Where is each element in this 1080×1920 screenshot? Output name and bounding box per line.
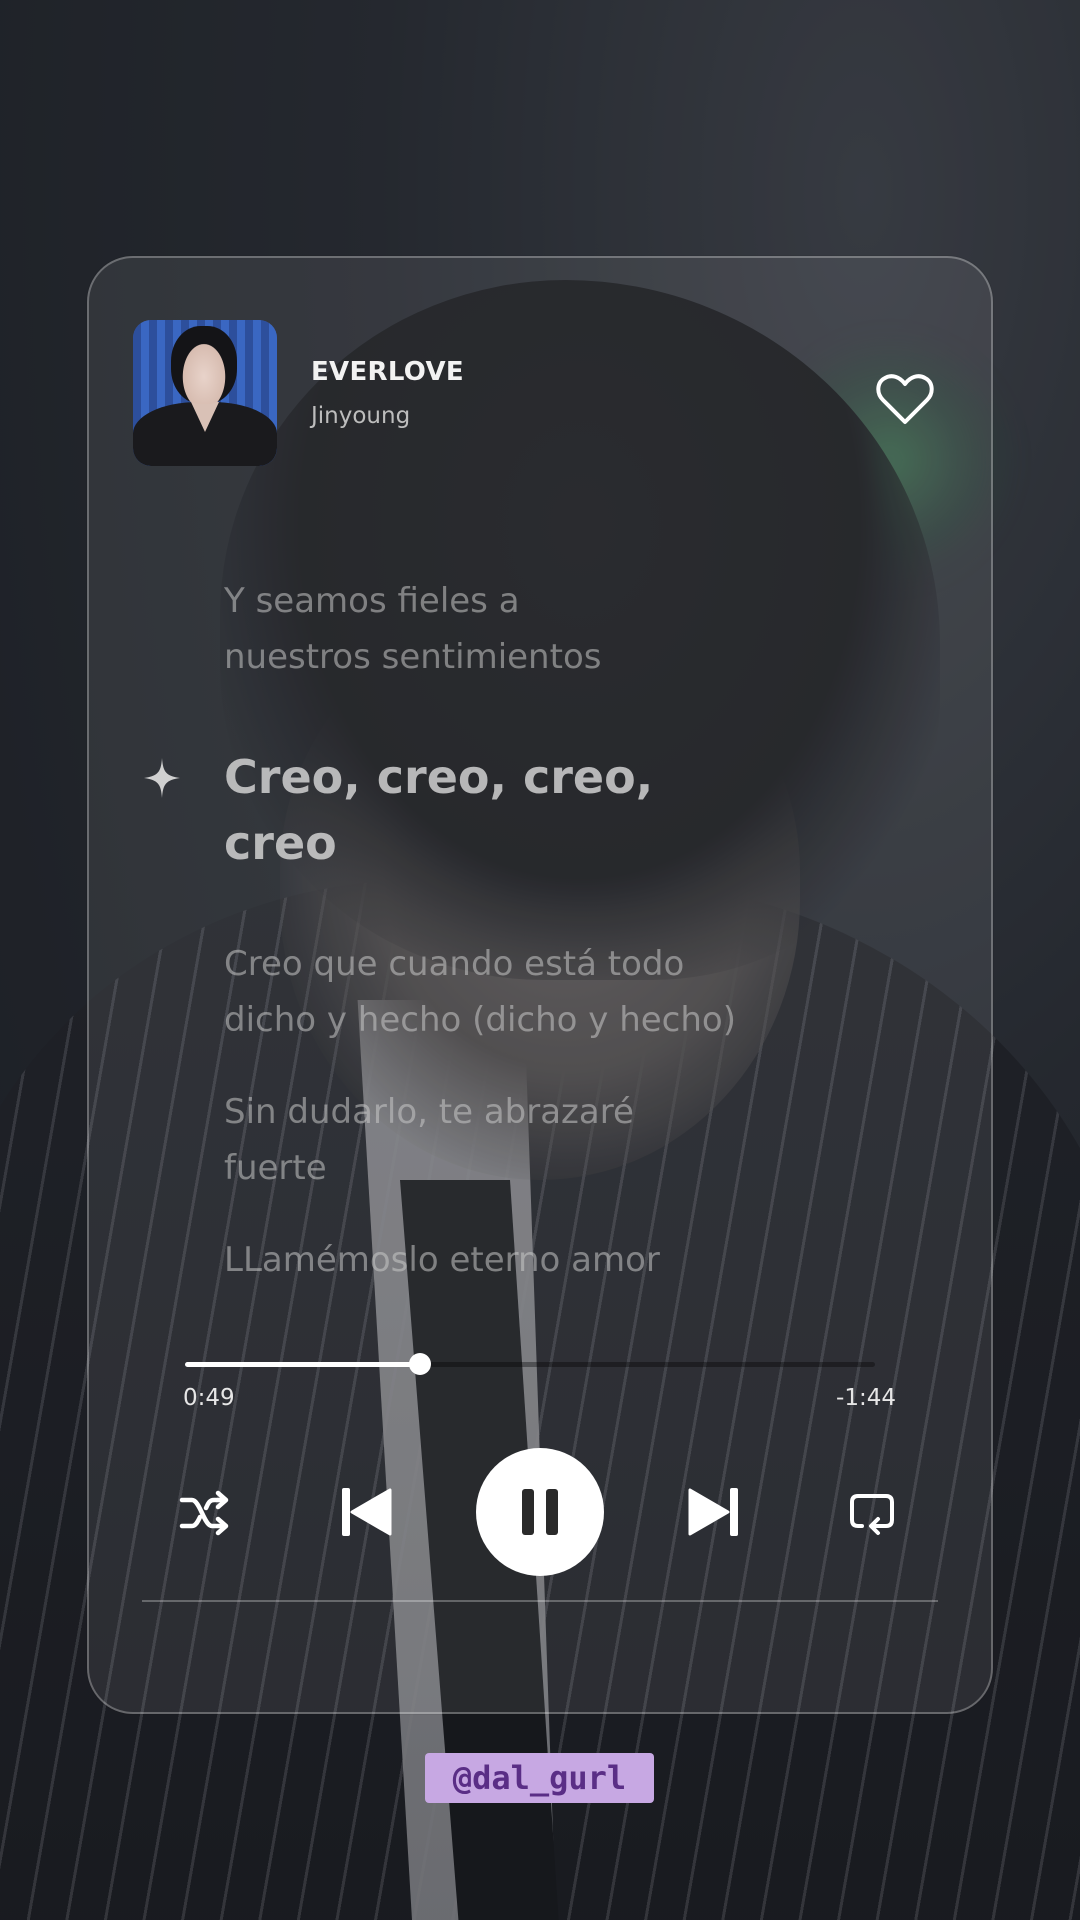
previous-button[interactable] xyxy=(338,1484,394,1540)
shuffle-button[interactable] xyxy=(178,1488,234,1538)
song-artist[interactable]: Jinyoung xyxy=(311,403,410,429)
repeat-icon xyxy=(850,1494,894,1535)
elapsed-time: 0:49 xyxy=(183,1385,235,1411)
album-art[interactable] xyxy=(133,320,277,466)
lyric-line[interactable]: LLamémoslo eterno amor xyxy=(224,1232,864,1288)
skip-next-icon xyxy=(688,1488,738,1536)
lyric-line[interactable]: Y seamos fieles a nuestros sentimientos xyxy=(224,573,864,685)
remaining-time: -1:44 xyxy=(836,1385,896,1411)
pause-button[interactable] xyxy=(476,1448,604,1576)
progress-thumb[interactable] xyxy=(408,1353,431,1375)
watermark-tag: @dal_gurl xyxy=(425,1753,654,1803)
heart-icon[interactable] xyxy=(876,374,934,426)
progress-bar[interactable] xyxy=(185,1353,875,1375)
shuffle-icon xyxy=(179,1490,229,1536)
lyric-line-current[interactable]: Creo, creo, creo, creo xyxy=(224,744,864,876)
lyric-line[interactable]: Sin dudarlo, te abrazaré fuerte xyxy=(224,1084,864,1196)
repeat-button[interactable] xyxy=(848,1488,896,1536)
skip-previous-icon xyxy=(342,1488,392,1536)
divider xyxy=(142,1600,938,1602)
song-title: EVERLOVE xyxy=(311,357,464,387)
sparkle-icon xyxy=(144,758,180,798)
progress-fill xyxy=(185,1362,420,1367)
lyric-line[interactable]: Creo que cuando está todo dicho y hecho … xyxy=(224,936,864,1048)
pause-icon xyxy=(522,1489,558,1535)
next-button[interactable] xyxy=(686,1484,742,1540)
